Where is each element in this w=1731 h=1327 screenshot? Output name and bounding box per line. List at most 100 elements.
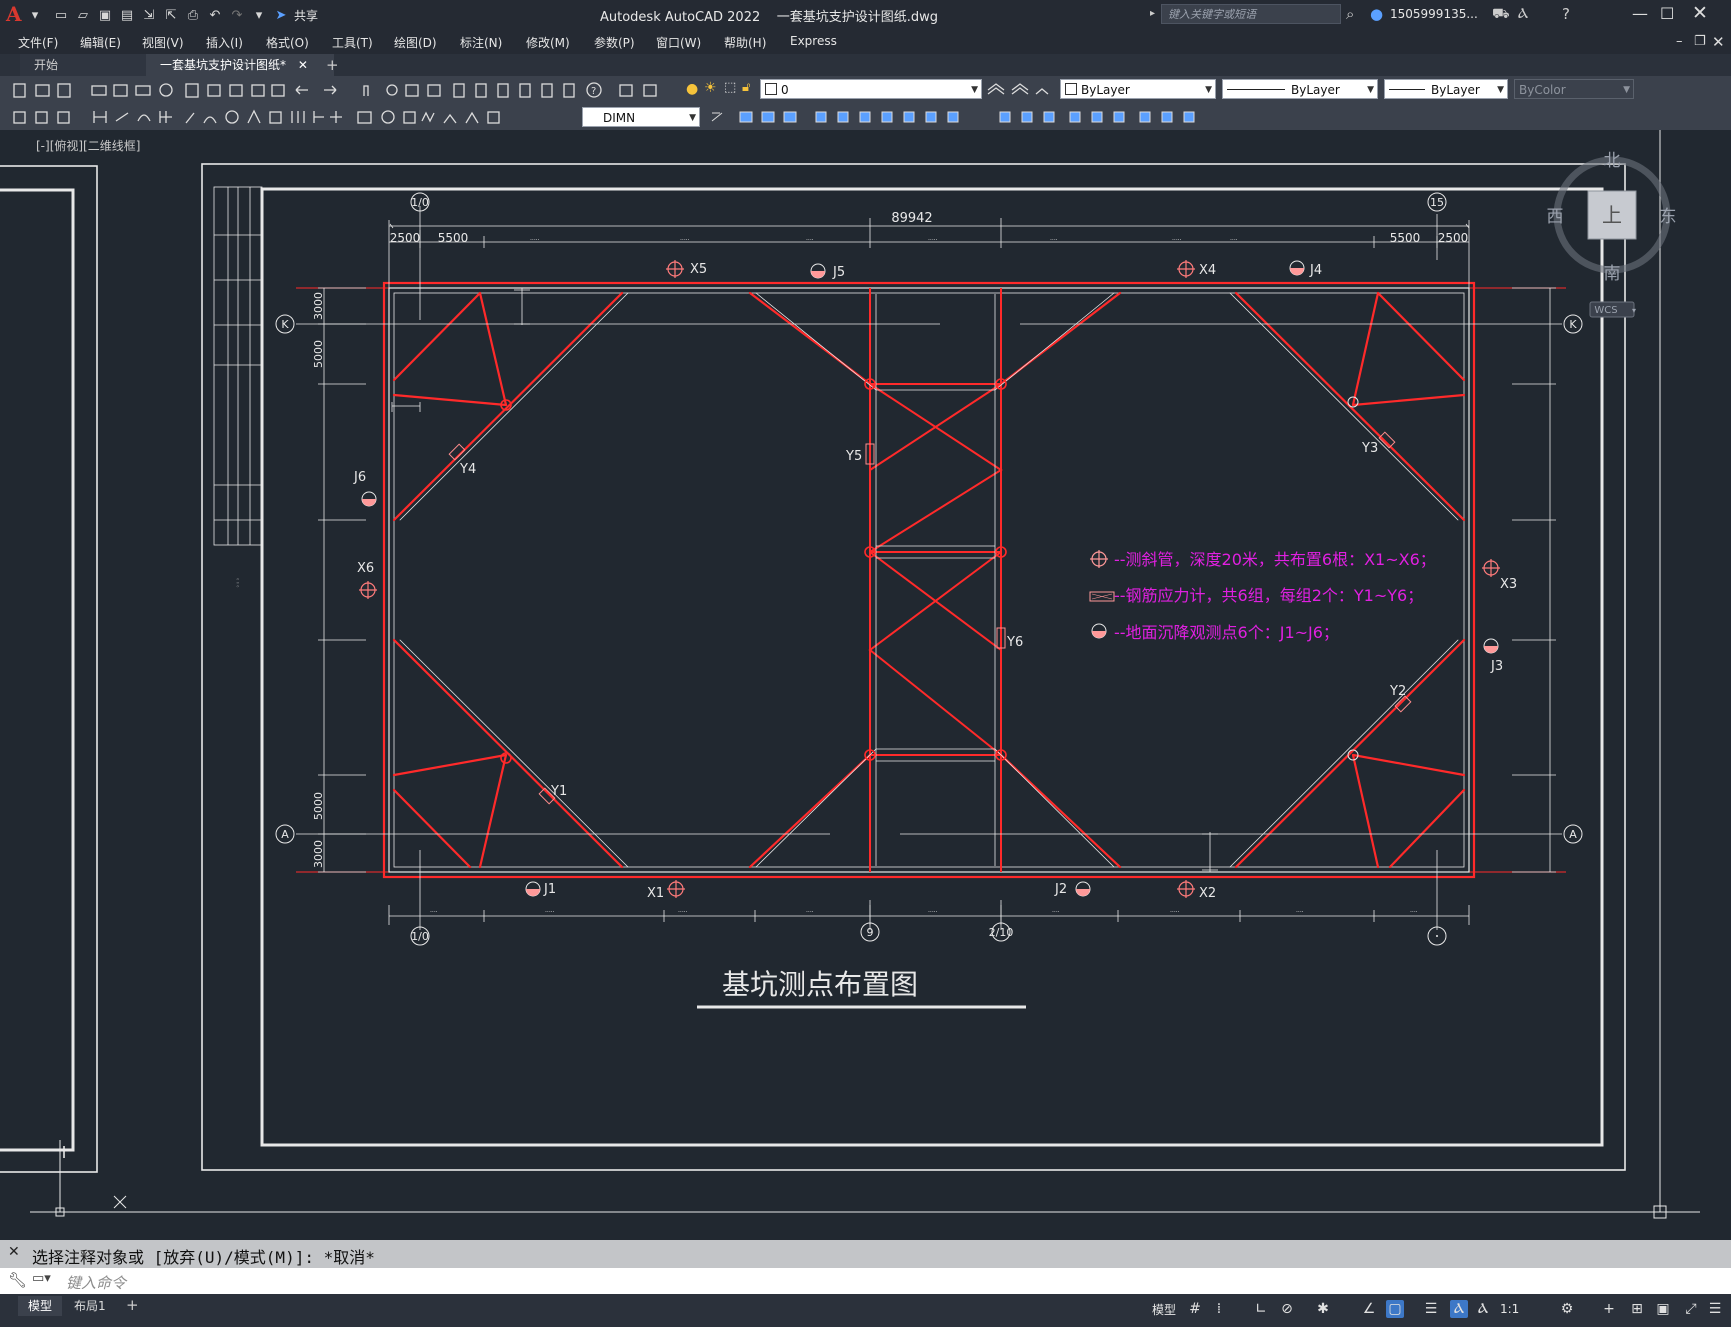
- fullscreen-icon[interactable]: ⤢: [1682, 1300, 1700, 1318]
- viewcube-east[interactable]: 东: [1660, 207, 1677, 227]
- help-icon[interactable]: ?: [1562, 5, 1570, 23]
- menu-window[interactable]: 窗口(W): [656, 34, 701, 51]
- workspace-gear-icon[interactable]: ⚙: [1558, 1300, 1576, 1318]
- autocad-logo-icon[interactable]: A: [6, 2, 22, 26]
- new-file-icon[interactable]: ▭: [52, 6, 70, 24]
- viewcube-south[interactable]: 南: [1604, 264, 1621, 284]
- wrench-icon[interactable]: 🔧︎: [8, 1271, 27, 1289]
- autodesk-app-icon[interactable]: Ⲁ: [1518, 6, 1528, 22]
- close-icon[interactable]: ✕: [1692, 2, 1708, 24]
- polar-icon[interactable]: ⊘: [1278, 1300, 1296, 1318]
- annotation-monitor-icon[interactable]: +: [1600, 1300, 1618, 1318]
- chevron-down-icon: ▼: [1205, 85, 1212, 95]
- tab-current-drawing[interactable]: 一套基坑支护设计图纸* ✕: [146, 54, 334, 76]
- annotation-scale[interactable]: 1:1: [1500, 1302, 1519, 1316]
- app-menu-chevron-icon[interactable]: ▾: [26, 6, 44, 24]
- isodraft-icon[interactable]: ✱: [1314, 1300, 1332, 1318]
- layer-viewport-icon[interactable]: ⬚: [724, 80, 736, 95]
- viewcube-west[interactable]: 西: [1547, 207, 1564, 227]
- lineweight-icon[interactable]: ☰: [1422, 1300, 1440, 1318]
- menu-parametric[interactable]: 参数(P): [594, 34, 635, 51]
- import-icon[interactable]: ⇲: [140, 6, 158, 24]
- dimension-tools-icons[interactable]: [8, 107, 578, 127]
- menu-express[interactable]: Express: [790, 34, 837, 48]
- drawing-canvas[interactable]: ◦◦◦ 89942 2500 5500 5500 2500 3000 5000 …: [0, 130, 1731, 1235]
- help-search-input[interactable]: 键入关键字或短语: [1161, 4, 1341, 24]
- osnap-track-icon[interactable]: ∠: [1360, 1300, 1378, 1318]
- viewcube-north[interactable]: 北: [1604, 151, 1621, 171]
- menu-format[interactable]: 格式(O): [266, 34, 309, 51]
- layer-select[interactable]: 0 ▼: [760, 79, 982, 99]
- layer-thaw-icon[interactable]: ☀: [704, 80, 717, 96]
- ortho-icon[interactable]: ∟: [1252, 1300, 1270, 1318]
- undo-icon[interactable]: ↶: [206, 6, 224, 24]
- doc-restore-icon[interactable]: ❐: [1694, 34, 1706, 49]
- share-icon[interactable]: ➤: [272, 6, 290, 24]
- auto-scale-icon[interactable]: Ⲁ: [1474, 1300, 1492, 1318]
- new-tab-icon[interactable]: +: [326, 56, 339, 74]
- menu-draw[interactable]: 绘图(D): [394, 34, 437, 51]
- doc-minimize-icon[interactable]: –: [1676, 34, 1683, 49]
- viewcube-top-label[interactable]: 上: [1602, 203, 1622, 227]
- plot-icon[interactable]: ⎙: [184, 6, 202, 24]
- color-select[interactable]: ByLayer ▼: [1060, 79, 1216, 99]
- tab-close-icon[interactable]: ✕: [298, 58, 308, 72]
- menu-edit[interactable]: 编辑(E): [80, 34, 121, 51]
- customize-icon[interactable]: ☰: [1706, 1300, 1724, 1318]
- layer-unlock-icon[interactable]: 🔓︎: [742, 80, 750, 95]
- export-icon[interactable]: ⇱: [162, 6, 180, 24]
- menu-help[interactable]: 帮助(H): [724, 34, 766, 51]
- share-label[interactable]: 共享: [294, 7, 318, 24]
- search-arrow-icon: ▸: [1150, 8, 1156, 19]
- menu-dimension[interactable]: 标注(N): [460, 34, 502, 51]
- save-icon[interactable]: ▣: [96, 6, 114, 24]
- customize-chevron-icon[interactable]: ▾: [250, 6, 268, 24]
- linetype-select[interactable]: ByLayer ▼: [1222, 79, 1378, 99]
- tab-layout1[interactable]: 布局1: [64, 1296, 116, 1316]
- menu-insert[interactable]: 插入(I): [206, 34, 243, 51]
- linetype-value: ByLayer: [1291, 83, 1340, 97]
- menu-view[interactable]: 视图(V): [142, 34, 184, 51]
- layer-on-icon[interactable]: ●: [686, 81, 698, 97]
- command-prompt-icon[interactable]: ▭▾: [32, 1271, 51, 1286]
- svg-text:?: ?: [591, 86, 596, 97]
- plotstyle-select[interactable]: ByColor ▼: [1514, 79, 1634, 99]
- open-file-icon[interactable]: ▱: [74, 6, 92, 24]
- model-space-toggle[interactable]: 模型: [1152, 1301, 1176, 1318]
- save-as-icon[interactable]: ▤: [118, 6, 136, 24]
- doc-close-icon[interactable]: ✕: [1712, 33, 1725, 51]
- osnap-icon[interactable]: ▢: [1386, 1300, 1404, 1318]
- layer-tools-icons[interactable]: [984, 80, 1052, 100]
- tab-model[interactable]: 模型: [18, 1296, 63, 1316]
- annotation-visibility-icon[interactable]: Ⲁ: [1450, 1300, 1468, 1318]
- menu-modify[interactable]: 修改(M): [526, 34, 570, 51]
- command-line[interactable]: 🔧︎ ▭▾ 键入命令: [0, 1268, 1731, 1294]
- user-icon[interactable]: ●: [1370, 5, 1383, 23]
- modify-tools-icons[interactable]: [704, 107, 1224, 127]
- cart-icon[interactable]: ⛟: [1492, 6, 1510, 24]
- quick-properties-icon[interactable]: ▣: [1654, 1300, 1672, 1318]
- maximize-icon[interactable]: ☐: [1660, 4, 1674, 23]
- svg-text:·····: ·····: [928, 237, 938, 244]
- wcs-label[interactable]: WCS: [1594, 305, 1617, 316]
- viewport-controls-label[interactable]: [-][俯视][二维线框]: [36, 137, 140, 154]
- lineweight-select[interactable]: ByLayer ▼: [1384, 79, 1508, 99]
- snap-icon[interactable]: ⁞: [1210, 1300, 1228, 1318]
- menu-file[interactable]: 文件(F): [18, 34, 58, 51]
- search-icon[interactable]: ⌕: [1346, 5, 1354, 23]
- command-input[interactable]: 键入命令: [66, 1272, 126, 1293]
- add-layout-icon[interactable]: +: [126, 1296, 139, 1314]
- minimize-icon[interactable]: —: [1632, 4, 1648, 23]
- redo-icon[interactable]: ↷: [228, 6, 246, 24]
- grid-icon[interactable]: #: [1186, 1300, 1204, 1318]
- svg-text:····: ····: [1052, 909, 1060, 916]
- dimstyle-select[interactable]: DIMN ▼: [582, 107, 700, 127]
- standard-tools-icons[interactable]: ?: [8, 80, 673, 100]
- color-value: ByLayer: [1081, 83, 1130, 97]
- units-icon[interactable]: ⊞: [1628, 1300, 1646, 1318]
- user-name[interactable]: 1505999135...: [1390, 7, 1478, 21]
- command-close-icon[interactable]: ✕: [8, 1244, 20, 1260]
- wcs-chevron-icon[interactable]: ▾: [1632, 306, 1636, 315]
- tab-layout1-label: 布局1: [74, 1299, 106, 1313]
- menu-tools[interactable]: 工具(T): [332, 34, 373, 51]
